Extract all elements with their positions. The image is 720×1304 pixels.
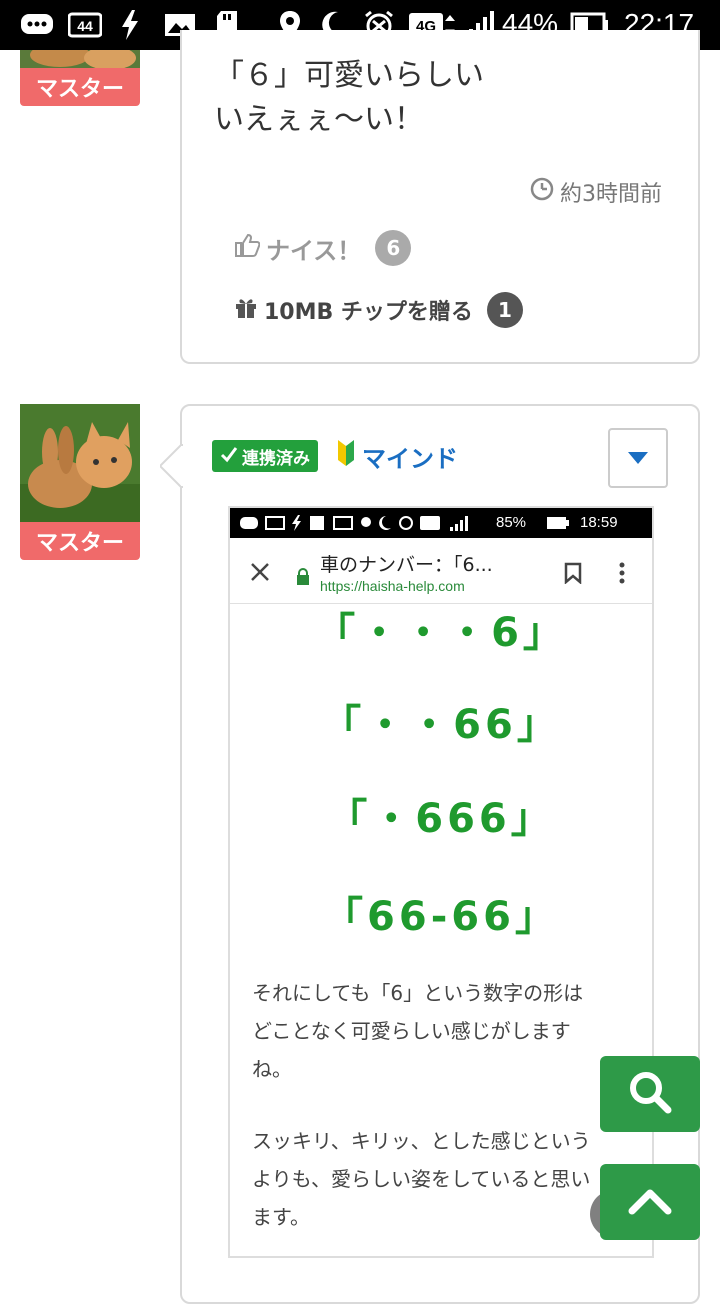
paragraph-line: よりも、愛らしい姿をしていると思い (252, 1167, 591, 1191)
plate-number: 「・・・6」 (315, 610, 567, 656)
linked-label: 連携済み (242, 448, 310, 469)
embedded-battery-icon (547, 517, 569, 529)
thumbs-up-icon (234, 233, 261, 263)
44-icon: 44 (68, 10, 102, 40)
gift-icon (234, 295, 258, 325)
lock-icon (297, 568, 309, 585)
post-card: 「６」可愛いらしい いえぇぇ〜い！ 約3時間前 ナイス！ 6 10MB チップを… (180, 30, 700, 364)
nice-count: 6 (375, 230, 412, 266)
master-badge: マスター (20, 522, 140, 560)
embedded-paragraph: それにしても「6」という数字の形は どことなく可愛らしい感じがします ね。 (252, 974, 632, 1088)
time-ago: 約3時間前 (560, 182, 662, 207)
avatar-image (20, 50, 140, 70)
embedded-clock: 18:59 (580, 514, 618, 531)
beginner-mark-icon (336, 438, 356, 474)
search-button[interactable] (600, 1056, 700, 1132)
avatar[interactable] (20, 50, 140, 70)
embedded-page-title: 車のナンバー：「6... (320, 554, 493, 576)
timestamp: 約3時間前 (530, 176, 662, 208)
message-line-2: いえぇぇ〜い！ (214, 102, 424, 137)
paragraph-line: スッキリ、キリッ、とした感じという (252, 1129, 591, 1153)
caret-down-icon (628, 449, 648, 468)
flash-icon (118, 10, 142, 40)
nice-button[interactable]: ナイス！ 6 (234, 230, 412, 266)
avatar[interactable] (20, 404, 140, 524)
plate-number: 「・666」 (327, 796, 555, 842)
embedded-status-icons (240, 515, 468, 531)
speech-pointer (160, 444, 184, 488)
svg-text:44: 44 (77, 18, 93, 34)
username[interactable]: マインド (336, 438, 458, 474)
plate-number: 「66-66」 (323, 894, 559, 940)
embedded-screenshot[interactable]: 85% 18:59 車のナンバー：「6... https://haisha-he… (228, 506, 654, 1258)
chat-icon (20, 10, 54, 40)
paragraph-line: それにしても「6」という数字の形は (252, 981, 584, 1005)
close-icon (251, 563, 269, 581)
embedded-url: https://haisha-help.com (320, 578, 465, 594)
avatar-image (20, 404, 140, 524)
message-line-1: 「６」可愛いらしい (214, 58, 484, 93)
more-vert-icon (619, 562, 625, 584)
nice-label: ナイス！ (266, 236, 362, 265)
linked-badge: 連携済み (212, 440, 318, 472)
chevron-up-icon (628, 1185, 672, 1219)
paragraph-line: ね。 (252, 1057, 292, 1081)
bookmark-icon (564, 562, 582, 584)
tip-count: 1 (486, 292, 523, 328)
master-badge: マスター (20, 68, 140, 106)
embedded-url-bar: 車のナンバー：「6... https://haisha-help.com (230, 538, 652, 604)
scroll-to-top-button[interactable] (600, 1164, 700, 1240)
check-icon (220, 445, 238, 468)
username-label: マインド (362, 444, 458, 473)
options-dropdown-button[interactable] (608, 428, 668, 488)
paragraph-line: どことなく可愛らしい感じがします (252, 1019, 571, 1043)
plate-number: 「・・66」 (321, 702, 561, 748)
embedded-status-bar: 85% 18:59 (230, 508, 652, 538)
embedded-paragraph: スッキリ、キリッ、とした感じという よりも、愛らしい姿をしていると思い ます。 (252, 1122, 632, 1236)
tip-button[interactable]: 10MB チップを贈る 1 (234, 292, 523, 328)
search-icon (628, 1070, 672, 1118)
embedded-battery-percent: 85% (496, 514, 527, 531)
paragraph-line: ます。 (252, 1205, 310, 1229)
tip-label: 10MB チップを贈る (264, 300, 473, 325)
clock-icon (530, 177, 554, 207)
